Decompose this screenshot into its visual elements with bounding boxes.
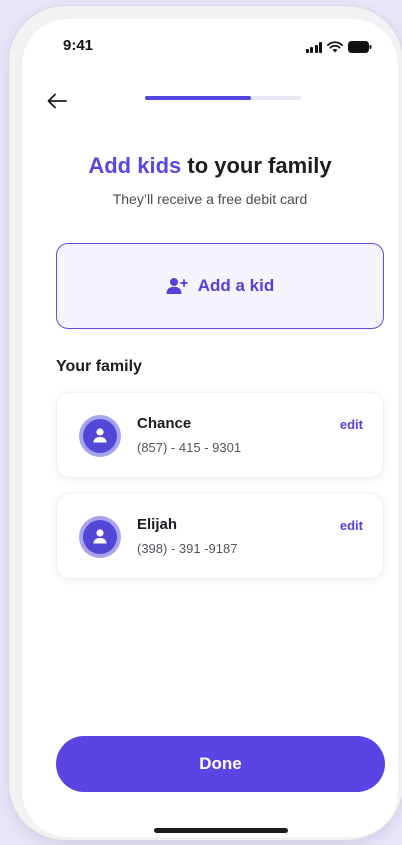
phone-frame: 9:41 Add kids to your family They’ll rec… <box>9 6 402 840</box>
avatar <box>79 516 121 558</box>
arrow-left-icon <box>47 93 67 109</box>
back-button[interactable] <box>47 89 75 113</box>
member-name: Elijah <box>137 516 178 533</box>
page-title: Add kids to your family <box>22 153 398 179</box>
battery-icon <box>348 41 372 53</box>
section-title-your-family: Your family <box>56 358 142 375</box>
status-time: 9:41 <box>63 37 94 54</box>
signal-icon <box>305 42 322 53</box>
edit-member-button[interactable]: edit <box>340 417 363 432</box>
progress-bar <box>145 96 301 100</box>
add-kid-label: Add a kid <box>197 276 275 295</box>
add-kid-button[interactable]: Add a kid <box>56 243 384 329</box>
status-icons <box>305 41 373 53</box>
user-icon <box>93 529 107 544</box>
home-indicator <box>154 828 288 833</box>
page-title-rest: to your family <box>181 153 332 178</box>
app-screen: 9:41 Add kids to your family They’ll rec… <box>22 19 398 837</box>
family-member-card: Elijah (398) - 391 -9187 edit <box>56 493 384 579</box>
avatar <box>79 415 121 457</box>
member-name: Chance <box>137 415 192 432</box>
member-phone: (857) - 415 - 9301 <box>137 440 242 455</box>
progress-fill <box>145 96 252 100</box>
status-bar: 9:41 <box>22 19 398 69</box>
add-user-icon <box>166 278 188 294</box>
user-icon <box>93 428 107 443</box>
family-member-card: Chance (857) - 415 - 9301 edit <box>56 392 384 478</box>
page-title-accent: Add kids <box>88 153 182 178</box>
done-button[interactable]: Done <box>56 736 385 792</box>
edit-member-button[interactable]: edit <box>340 518 363 533</box>
page-subtitle: They’ll receive a free debit card <box>112 191 308 207</box>
member-phone: (398) - 391 -9187 <box>137 541 238 556</box>
wifi-icon <box>327 41 343 53</box>
